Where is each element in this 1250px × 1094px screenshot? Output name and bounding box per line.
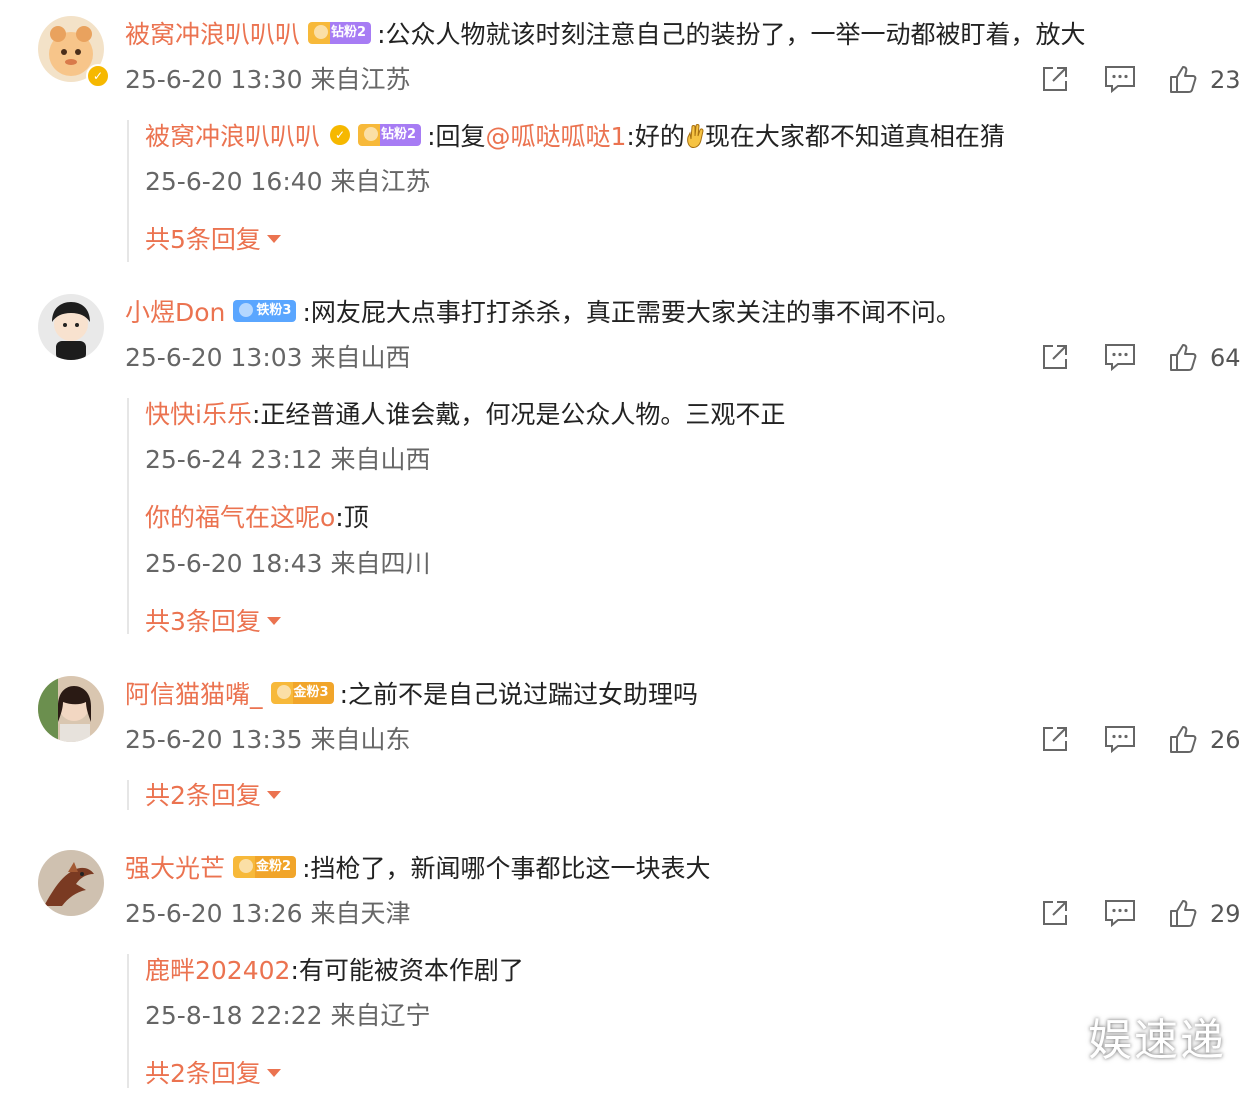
reply-prefix: :回复: [427, 122, 486, 151]
reply-meta: 25-6-20 18:43 来自四川: [145, 549, 431, 578]
comment-icon[interactable]: [1104, 898, 1136, 928]
reply-meta: 25-8-18 22:22 来自辽宁: [145, 1001, 431, 1030]
reply-text: :顶: [335, 503, 369, 532]
reply-text: :有可能被资本作剧了: [290, 956, 524, 985]
fan-badge[interactable]: 金粉3: [270, 682, 334, 704]
reply-text: :好的: [626, 122, 685, 151]
reply-thread-line: [127, 780, 129, 810]
username[interactable]: 强大光芒: [125, 854, 225, 883]
expand-replies-button[interactable]: 共2条回复: [145, 780, 281, 812]
reply-item: 鹿畔202402:有可能被资本作剧了: [145, 955, 524, 987]
avatar[interactable]: [38, 850, 104, 916]
triangle-down-icon: [266, 1069, 281, 1077]
reply-username[interactable]: 被窝冲浪叭叭叭: [145, 122, 320, 151]
share-icon[interactable]: [1040, 342, 1070, 372]
comment-text: :公众人物就该时刻注意自己的装扮了，一举一动都被盯着，放大: [377, 20, 1086, 49]
username[interactable]: 小煜Don: [125, 298, 225, 327]
fan-badge-icon: [276, 684, 291, 699]
ok-hand-emoji-icon: [685, 123, 705, 149]
comment-header: 强大光芒 金粉2:挡枪了，新闻哪个事都比这一块表大: [125, 853, 711, 885]
reply-text: :正经普通人谁会戴，何况是公众人物。三观不正: [251, 400, 786, 429]
reply-thread-line: [127, 398, 129, 634]
comment-icon[interactable]: [1104, 724, 1136, 754]
like-count: 23: [1210, 66, 1241, 94]
fan-badge[interactable]: 铁粉3: [233, 300, 297, 322]
fan-badge-icon: [239, 302, 254, 317]
fan-badge[interactable]: 钻粉2: [308, 22, 372, 44]
username[interactable]: 阿信猫猫嘴_: [125, 680, 263, 709]
fan-badge-icon: [314, 24, 329, 39]
comment-text: :挡枪了，新闻哪个事都比这一块表大: [302, 854, 711, 883]
comment-header: 被窝冲浪叭叭叭 钻粉2:公众人物就该时刻注意自己的装扮了，一举一动都被盯着，放大: [125, 19, 1086, 51]
share-icon[interactable]: [1040, 64, 1070, 94]
share-icon[interactable]: [1040, 898, 1070, 928]
comment-meta: 25-6-20 13:03 来自山西: [125, 343, 411, 372]
watermark: 娱速递: [1088, 1015, 1226, 1066]
triangle-down-icon: [266, 791, 281, 799]
triangle-down-icon: [266, 617, 281, 625]
share-icon[interactable]: [1040, 724, 1070, 754]
verified-icon: ✓: [330, 125, 351, 145]
like-icon[interactable]: [1168, 724, 1198, 754]
comment-header: 阿信猫猫嘴_ 金粉3:之前不是自己说过踹过女助理吗: [125, 679, 698, 711]
comment-header: 小煜Don 铁粉3:网友屁大点事打打杀杀，真正需要大家关注的事不闻不问。: [125, 297, 961, 329]
fan-badge-icon: [364, 126, 379, 141]
comment-text: :之前不是自己说过踹过女助理吗: [339, 680, 698, 709]
reply-item: 被窝冲浪叭叭叭 ✓ 钻粉2:回复@呱哒呱哒1:好的 现在大家都不知道真相在猜: [145, 121, 1005, 153]
username[interactable]: 被窝冲浪叭叭叭: [125, 20, 300, 49]
comment-meta: 25-6-20 13:26 来自天津: [125, 899, 411, 928]
expand-replies-button[interactable]: 共2条回复: [145, 1058, 281, 1090]
reply-meta: 25-6-20 16:40 来自江苏: [145, 167, 431, 196]
verified-badge: ✓: [86, 64, 110, 88]
like-count: 64: [1210, 344, 1241, 372]
comment-icon[interactable]: [1104, 342, 1136, 372]
reply-thread-line: [127, 120, 129, 262]
reply-text-2: 现在大家都不知道真相在猜: [704, 122, 1005, 151]
reply-username[interactable]: 鹿畔202402: [145, 956, 290, 985]
expand-replies-button[interactable]: 共5条回复: [145, 224, 281, 256]
reply-item: 快快i乐乐:正经普通人谁会戴，何况是公众人物。三观不正: [145, 399, 785, 431]
triangle-down-icon: [266, 235, 281, 243]
avatar[interactable]: [38, 294, 104, 360]
like-count: 29: [1210, 900, 1241, 928]
like-icon[interactable]: [1168, 898, 1198, 928]
comment-meta: 25-6-20 13:30 来自江苏: [125, 65, 411, 94]
fan-badge[interactable]: 金粉2: [233, 856, 297, 878]
reply-username[interactable]: 快快i乐乐: [145, 400, 252, 429]
expand-replies-button[interactable]: 共3条回复: [145, 606, 281, 638]
reply-meta: 25-6-24 23:12 来自山西: [145, 445, 431, 474]
like-icon[interactable]: [1168, 342, 1198, 372]
reply-item: 你的福气在这呢o:顶: [145, 502, 369, 534]
reply-username[interactable]: 你的福气在这呢o: [145, 503, 335, 532]
avatar[interactable]: [38, 676, 104, 742]
comment-icon[interactable]: [1104, 64, 1136, 94]
fan-badge-icon: [239, 858, 254, 873]
like-count: 26: [1210, 726, 1241, 754]
mention-link[interactable]: @呱哒呱哒1: [486, 122, 627, 151]
fan-badge[interactable]: 钻粉2: [358, 124, 422, 146]
like-icon[interactable]: [1168, 64, 1198, 94]
comment-text: :网友屁大点事打打杀杀，真正需要大家关注的事不闻不问。: [302, 298, 961, 327]
comment-meta: 25-6-20 13:35 来自山东: [125, 725, 411, 754]
reply-thread-line: [127, 954, 129, 1088]
